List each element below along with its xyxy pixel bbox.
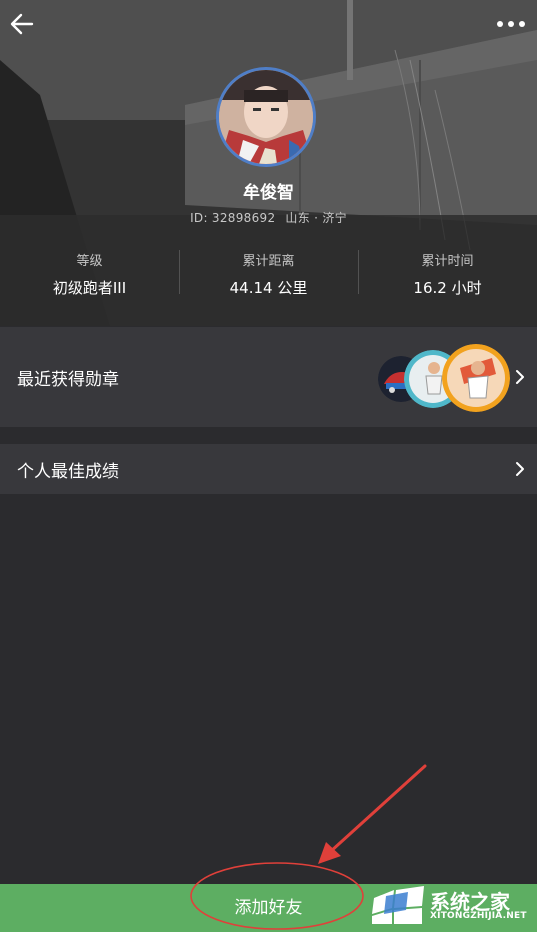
chevron-right-icon <box>516 462 524 476</box>
watermark-url: XITONGZHIJIA.NET <box>430 911 527 921</box>
more-dots-icon[interactable] <box>495 16 527 32</box>
stat-label: 累计时间 <box>421 254 474 269</box>
avatar[interactable] <box>216 67 316 167</box>
personal-best-label: 个人最佳成绩 <box>17 461 119 482</box>
stat-label: 累计距离 <box>242 254 295 269</box>
chevron-right-icon <box>516 370 524 384</box>
stats-bar: 等级 初级跑者III 累计距离 44.14 公里 累计时间 16.2 小时 <box>0 248 537 297</box>
personal-best-row[interactable]: 个人最佳成绩 <box>0 444 537 494</box>
user-name: 牟俊智 <box>243 183 294 203</box>
badge-runner-gold-icon <box>442 344 510 412</box>
stat-value: 16.2 小时 <box>413 279 482 297</box>
profile-header: 牟俊智 ID: 32898692 山东 · 济宁 等级 初级跑者III 累计距离 … <box>0 0 537 326</box>
user-id: ID: 32898692 <box>190 211 276 225</box>
badge-stack <box>378 344 512 414</box>
user-location: 山东 · 济宁 <box>285 211 347 225</box>
user-meta: ID: 32898692 山东 · 济宁 <box>0 209 537 226</box>
stat-value: 44.14 公里 <box>229 279 308 297</box>
stat-value: 初级跑者III <box>52 279 127 297</box>
stat-label: 等级 <box>76 254 103 269</box>
stat-level: 等级 初级跑者III <box>0 248 179 297</box>
stat-time: 累计时间 16.2 小时 <box>358 248 537 297</box>
avatar-photo <box>219 70 313 164</box>
stat-distance: 累计距离 44.14 公里 <box>179 248 358 297</box>
back-arrow-icon[interactable] <box>8 10 36 38</box>
